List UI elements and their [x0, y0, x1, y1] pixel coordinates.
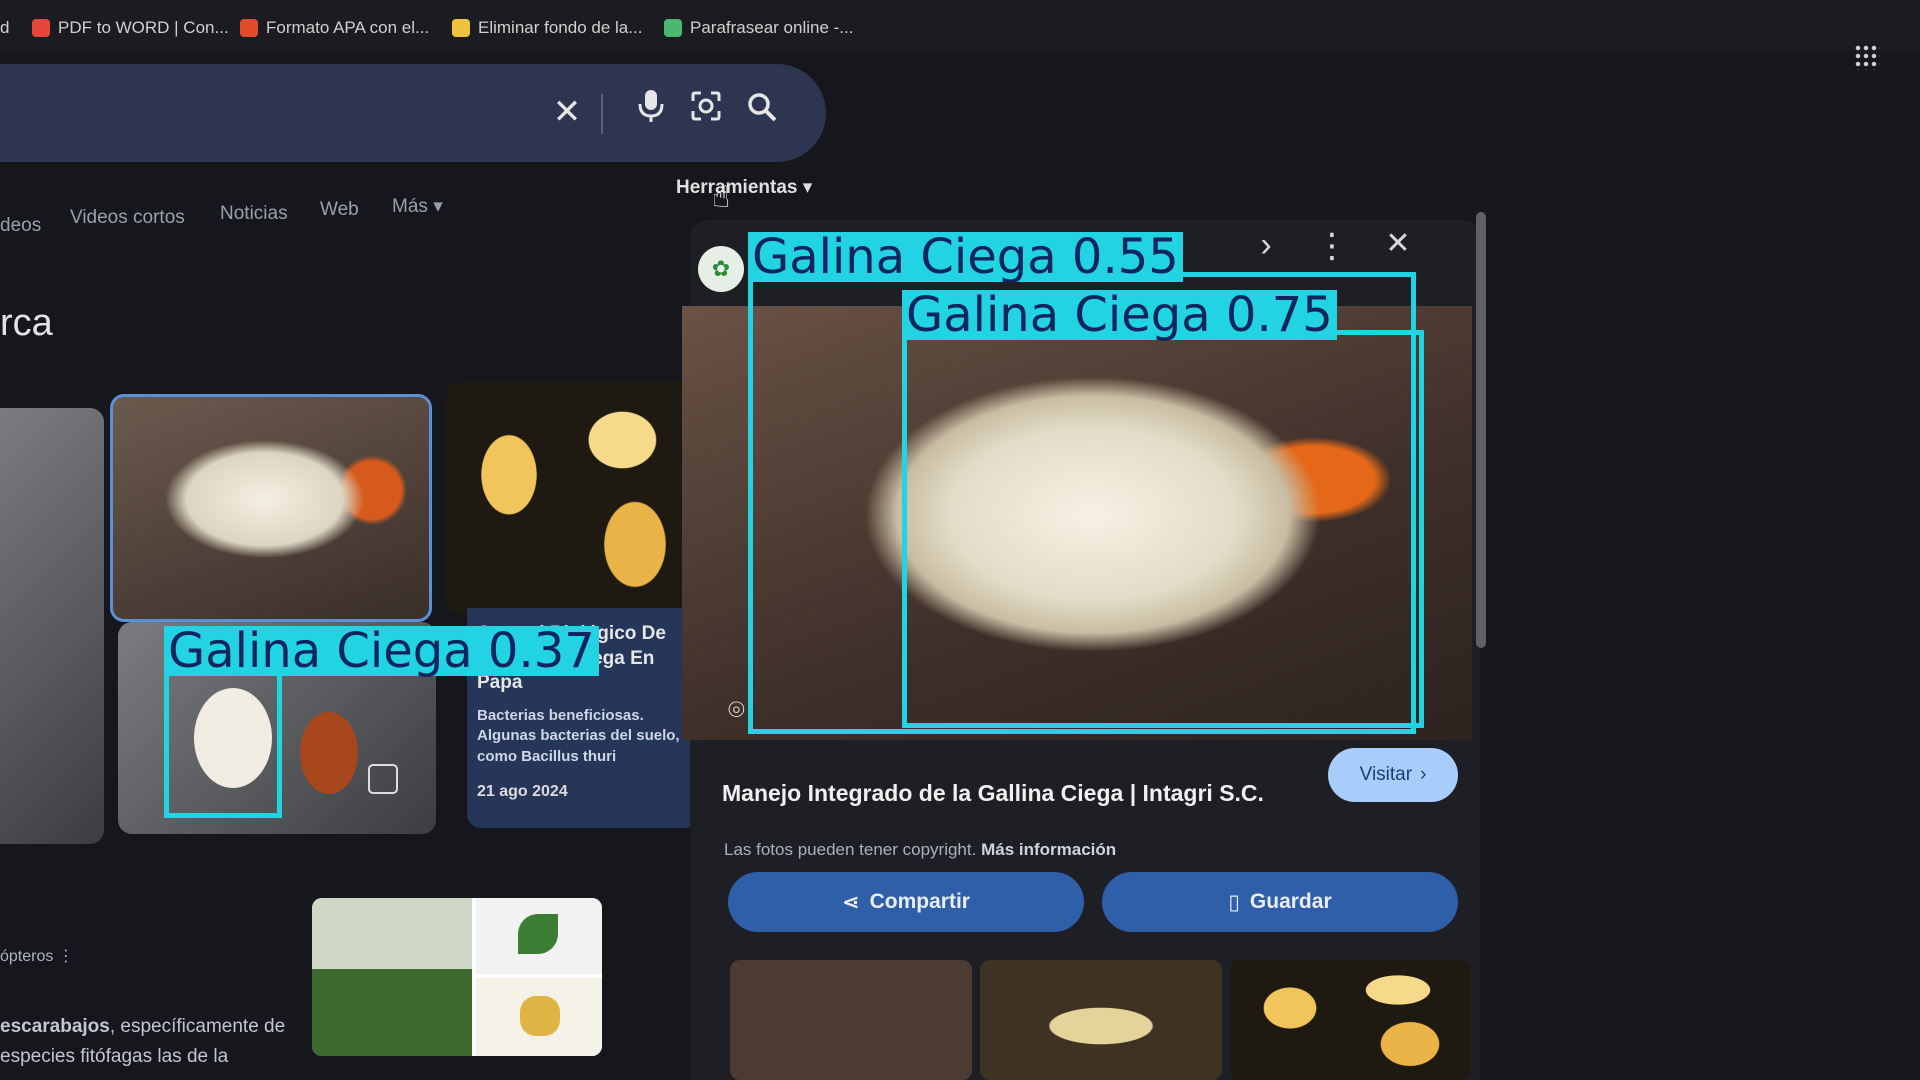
- chevron-right-icon[interactable]: ›: [1246, 226, 1286, 265]
- more-info-link[interactable]: Más información: [981, 840, 1116, 859]
- detection-box: [902, 330, 1424, 728]
- search-icon[interactable]: [738, 88, 786, 136]
- image-result-thumb[interactable]: [0, 408, 104, 844]
- tools-menu[interactable]: Herramientas ▾: [676, 176, 812, 199]
- bookmark-formato-apa[interactable]: Formato APA con el...: [240, 18, 429, 38]
- apa-icon: [240, 19, 258, 37]
- search-divider: [601, 94, 603, 134]
- save-button[interactable]: ▯ Guardar: [1102, 872, 1458, 932]
- search-tabs: deos Videos cortos Noticias Web Más ▾: [0, 195, 700, 237]
- detection-label: Galina Ciega 0.55: [748, 232, 1183, 282]
- site-logo-icon[interactable]: ✿: [698, 246, 744, 292]
- more-vert-icon[interactable]: ⋮: [58, 948, 74, 965]
- tab-videos[interactable]: deos: [0, 215, 41, 237]
- bookmark-icon: ▯: [1228, 890, 1240, 914]
- related-image[interactable]: [730, 960, 972, 1080]
- result-card-date: 21 ago 2024: [477, 782, 568, 800]
- visit-button[interactable]: Visitar ›: [1328, 748, 1458, 802]
- camera-lens-icon[interactable]: ⌾: [728, 694, 745, 727]
- pdf-icon: [32, 19, 50, 37]
- result-card-snippet: Bacterias beneficiosas. Algunas bacteria…: [477, 707, 680, 765]
- detection-label: Galina Ciega 0.37: [164, 626, 599, 676]
- copyright-notice: Las fotos pueden tener copyright. Más in…: [724, 840, 1117, 859]
- image-result-selected[interactable]: [110, 394, 432, 622]
- bookmark-item[interactable]: d: [0, 18, 9, 38]
- camera-lens-icon[interactable]: [682, 88, 730, 136]
- related-image[interactable]: [980, 960, 1222, 1080]
- close-icon[interactable]: ✕: [543, 88, 591, 136]
- tab-noticias[interactable]: Noticias: [220, 203, 288, 225]
- preview-title[interactable]: Manejo Integrado de la Gallina Ciega | I…: [722, 780, 1264, 807]
- search-bar[interactable]: ✕: [0, 64, 826, 162]
- image-result-thumb[interactable]: [446, 382, 698, 614]
- chevron-down-icon: ▾: [433, 196, 443, 217]
- apps-grid-icon[interactable]: [1854, 44, 1880, 70]
- close-icon[interactable]: ✕: [1378, 226, 1418, 261]
- share-button[interactable]: ⋖ Compartir: [728, 872, 1084, 932]
- bookmarks-bar: d PDF to WORD | Con... Formato APA con e…: [0, 0, 1920, 52]
- bookmark-parafrasear[interactable]: Parafrasear online -...: [664, 18, 853, 38]
- related-image[interactable]: [1230, 960, 1470, 1080]
- tab-web[interactable]: Web: [320, 199, 359, 221]
- image-icon: [452, 19, 470, 37]
- image-icon: [368, 764, 398, 794]
- tab-videos-cortos[interactable]: Videos cortos: [70, 207, 185, 229]
- page-heading: rca: [0, 302, 53, 344]
- pointer-cursor-icon: ☝: [712, 181, 731, 214]
- tab-mas[interactable]: Más ▾: [392, 195, 443, 218]
- detection-label: Galina Ciega 0.75: [902, 290, 1337, 340]
- bookmark-eliminar-fondo[interactable]: Eliminar fondo de la...: [452, 18, 642, 38]
- quill-icon: [664, 19, 682, 37]
- result-source[interactable]: ópteros ⋮: [0, 946, 74, 966]
- bookmark-pdf-to-word[interactable]: PDF to WORD | Con...: [32, 18, 229, 38]
- detection-box: [164, 666, 282, 818]
- chevron-right-icon: ›: [1420, 764, 1427, 785]
- panel-scrollbar[interactable]: [1476, 212, 1486, 648]
- chevron-down-icon: ▾: [802, 177, 813, 198]
- result-snippet: escarabajos, específicamente de especies…: [0, 1016, 286, 1067]
- result-image-grid[interactable]: [312, 898, 602, 1056]
- more-vert-icon[interactable]: ⋮: [1312, 226, 1352, 266]
- share-icon: ⋖: [842, 890, 860, 914]
- mic-icon[interactable]: [627, 88, 675, 137]
